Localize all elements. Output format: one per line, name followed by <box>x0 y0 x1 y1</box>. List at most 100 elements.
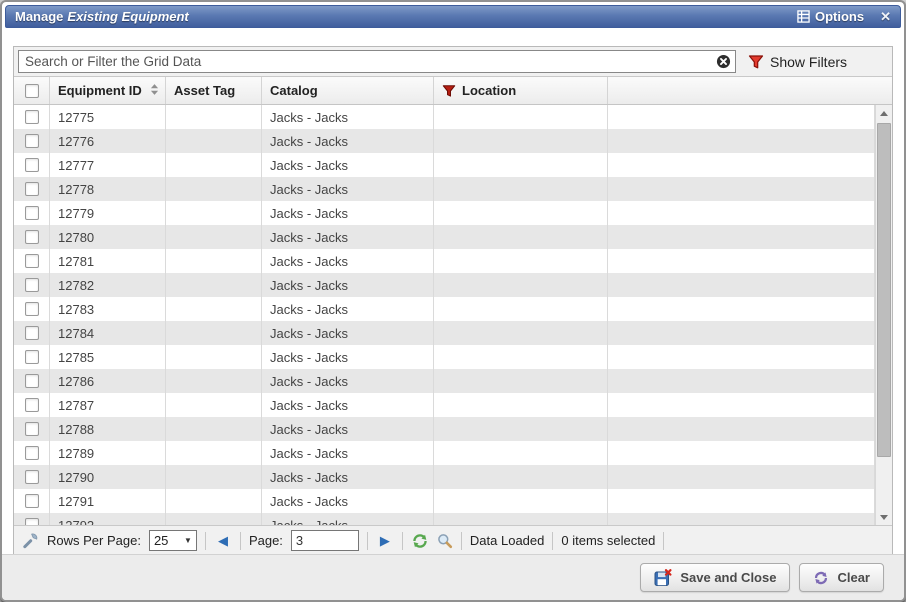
row-checkbox[interactable] <box>25 254 39 268</box>
catalog-cell: Jacks - Jacks <box>262 225 434 249</box>
table-row[interactable]: 12777 Jacks - Jacks <box>14 153 875 177</box>
row-checkbox[interactable] <box>25 518 39 525</box>
catalog-cell: Jacks - Jacks <box>262 129 434 153</box>
row-checkbox-cell <box>14 489 50 513</box>
catalog-cell: Jacks - Jacks <box>262 105 434 129</box>
options-icon <box>797 10 810 23</box>
next-page-button[interactable]: ▶ <box>376 533 394 549</box>
column-header-equipment-id[interactable]: Equipment ID <box>50 77 166 104</box>
options-button[interactable]: Options <box>797 9 864 24</box>
previous-page-button[interactable]: ◀ <box>214 533 232 549</box>
table-row[interactable]: 12789 Jacks - Jacks <box>14 441 875 465</box>
row-checkbox[interactable] <box>25 134 39 148</box>
clear-search-icon[interactable] <box>716 54 731 69</box>
empty-cell <box>608 465 875 489</box>
empty-cell <box>608 105 875 129</box>
asset-tag-cell <box>166 417 262 441</box>
table-row[interactable]: 12786 Jacks - Jacks <box>14 369 875 393</box>
row-checkbox[interactable] <box>25 398 39 412</box>
empty-cell <box>608 177 875 201</box>
asset-tag-cell <box>166 105 262 129</box>
table-row[interactable]: 12781 Jacks - Jacks <box>14 249 875 273</box>
divider <box>240 532 241 550</box>
close-button[interactable]: ✕ <box>880 9 891 25</box>
select-all-checkbox[interactable] <box>25 84 39 98</box>
row-checkbox-cell <box>14 441 50 465</box>
asset-tag-cell <box>166 177 262 201</box>
page-number-input[interactable] <box>291 530 359 551</box>
table-row[interactable]: 12788 Jacks - Jacks <box>14 417 875 441</box>
asset-tag-cell <box>166 129 262 153</box>
table-row[interactable]: 12782 Jacks - Jacks <box>14 273 875 297</box>
row-checkbox-cell <box>14 297 50 321</box>
scrollbar[interactable] <box>875 105 892 525</box>
table-row[interactable]: 12776 Jacks - Jacks <box>14 129 875 153</box>
asset-tag-cell <box>166 225 262 249</box>
empty-cell <box>608 417 875 441</box>
column-header-asset-tag[interactable]: Asset Tag <box>166 77 262 104</box>
grid-body-wrap: 12775 Jacks - Jacks 12776 Jacks - Jacks … <box>14 105 892 525</box>
refresh-icon[interactable] <box>411 532 429 550</box>
table-row[interactable]: 12779 Jacks - Jacks <box>14 201 875 225</box>
table-row[interactable]: 12790 Jacks - Jacks <box>14 465 875 489</box>
sort-icon[interactable] <box>150 83 159 99</box>
catalog-cell: Jacks - Jacks <box>262 489 434 513</box>
asset-tag-cell <box>166 297 262 321</box>
row-checkbox[interactable] <box>25 494 39 508</box>
row-checkbox[interactable] <box>25 350 39 364</box>
row-checkbox[interactable] <box>25 302 39 316</box>
row-checkbox[interactable] <box>25 374 39 388</box>
filter-funnel-icon <box>748 54 764 70</box>
row-checkbox[interactable] <box>25 206 39 220</box>
catalog-cell: Jacks - Jacks <box>262 321 434 345</box>
location-cell <box>434 225 608 249</box>
equipment-id-cell: 12789 <box>50 441 166 465</box>
row-checkbox[interactable] <box>25 182 39 196</box>
equipment-id-cell: 12777 <box>50 153 166 177</box>
search-input[interactable] <box>18 50 736 73</box>
equipment-id-cell: 12791 <box>50 489 166 513</box>
row-checkbox[interactable] <box>25 110 39 124</box>
settings-wrench-icon[interactable] <box>22 532 39 549</box>
down-arrow-icon <box>880 515 888 520</box>
equipment-id-cell: 12778 <box>50 177 166 201</box>
row-checkbox-cell <box>14 105 50 129</box>
row-checkbox-cell <box>14 513 50 525</box>
row-checkbox[interactable] <box>25 470 39 484</box>
search-magnifier-icon[interactable] <box>437 533 453 549</box>
table-row[interactable]: 12783 Jacks - Jacks <box>14 297 875 321</box>
scrollbar-thumb[interactable] <box>877 123 891 457</box>
table-row[interactable]: 12785 Jacks - Jacks <box>14 345 875 369</box>
equipment-id-cell: 12792 <box>50 513 166 525</box>
row-checkbox[interactable] <box>25 446 39 460</box>
rows-per-page-select[interactable]: 25 ▼ <box>149 530 197 551</box>
row-checkbox[interactable] <box>25 326 39 340</box>
show-filters-button[interactable]: Show Filters <box>736 54 847 70</box>
asset-tag-cell <box>166 441 262 465</box>
location-cell <box>434 201 608 225</box>
save-and-close-button[interactable]: Save and Close <box>640 563 790 592</box>
location-cell <box>434 465 608 489</box>
table-row[interactable]: 12787 Jacks - Jacks <box>14 393 875 417</box>
divider <box>552 532 553 550</box>
equipment-id-cell: 12783 <box>50 297 166 321</box>
scrollbar-down-button[interactable] <box>876 509 892 525</box>
empty-cell <box>608 369 875 393</box>
clear-button[interactable]: Clear <box>799 563 884 592</box>
equipment-id-cell: 12782 <box>50 273 166 297</box>
table-row[interactable]: 12780 Jacks - Jacks <box>14 225 875 249</box>
row-checkbox[interactable] <box>25 278 39 292</box>
table-row[interactable]: 12775 Jacks - Jacks <box>14 105 875 129</box>
column-header-catalog[interactable]: Catalog <box>262 77 434 104</box>
row-checkbox-cell <box>14 177 50 201</box>
row-checkbox[interactable] <box>25 158 39 172</box>
table-row[interactable]: 12792 Jacks - Jacks <box>14 513 875 525</box>
table-row[interactable]: 12791 Jacks - Jacks <box>14 489 875 513</box>
column-header-location[interactable]: Location <box>434 77 608 104</box>
table-row[interactable]: 12784 Jacks - Jacks <box>14 321 875 345</box>
row-checkbox[interactable] <box>25 230 39 244</box>
row-checkbox[interactable] <box>25 422 39 436</box>
table-row[interactable]: 12778 Jacks - Jacks <box>14 177 875 201</box>
scrollbar-up-button[interactable] <box>876 105 892 121</box>
equipment-id-cell: 12784 <box>50 321 166 345</box>
